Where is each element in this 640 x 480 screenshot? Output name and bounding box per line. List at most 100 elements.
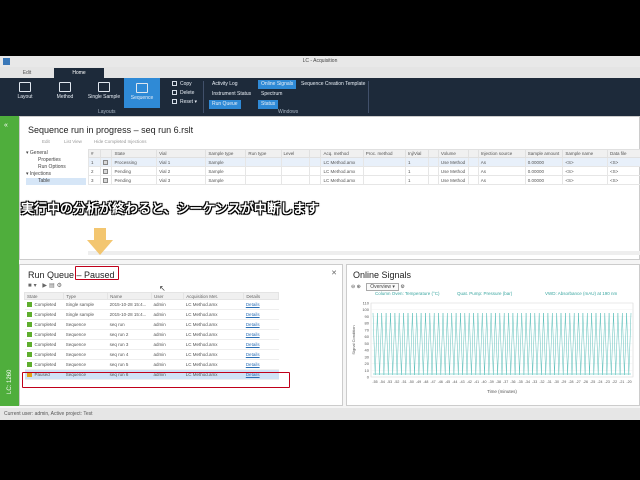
tree-item[interactable]: Run Options xyxy=(26,164,86,171)
view-mode-select[interactable]: Overview ▾ xyxy=(366,283,399,291)
delete-button[interactable]: Delete xyxy=(172,89,194,98)
spectrum-button[interactable]: Spectrum xyxy=(258,90,285,99)
run-queue-row[interactable]: Completed Sequence seq run admin LC Method.a… xyxy=(24,319,279,330)
hide-completed-toggle[interactable]: Hide Completed Injections xyxy=(94,139,147,144)
play-icon[interactable]: ▶ xyxy=(42,283,49,289)
instrument-status-button[interactable]: Instrument Status xyxy=(209,90,254,99)
table-cell: <S> xyxy=(562,166,608,176)
x-tick-label: -21 xyxy=(619,380,624,384)
column-header[interactable]: User xyxy=(150,292,185,300)
sequence-row[interactable]: 3 Pending Vial 3 Sample LC Method.amx 1 Use Me… xyxy=(88,175,640,185)
details-link[interactable]: Details xyxy=(243,299,279,310)
tree-item[interactable]: ▾ General xyxy=(26,150,86,157)
signal-plot[interactable]: 1101009080706050403020100-55 -54 -53 -52 -51… xyxy=(347,297,640,407)
run-queue-row[interactable]: Completed Single sample 2015-10-28 15:4...… xyxy=(24,299,279,310)
table-cell xyxy=(428,175,439,185)
column-header[interactable]: Sample amount xyxy=(524,149,564,158)
column-header[interactable] xyxy=(468,149,479,158)
column-header[interactable]: Proc. method xyxy=(362,149,406,158)
column-header[interactable]: Acq. method xyxy=(320,149,364,158)
details-link[interactable]: Details xyxy=(243,309,279,320)
table-cell: As xyxy=(477,175,526,185)
details-link[interactable]: Details xyxy=(243,339,279,350)
run-queue-row[interactable]: Completed Sequence seq run 4 admin LC Method… xyxy=(24,349,279,360)
column-header[interactable]: Vial xyxy=(156,149,207,158)
column-header[interactable]: Run type xyxy=(245,149,282,158)
run-queue-row[interactable]: Completed Sequence seq run 3 admin LC Method… xyxy=(24,339,279,350)
tree-item[interactable]: Table xyxy=(26,178,86,185)
column-header[interactable]: State xyxy=(111,149,158,158)
checkbox[interactable] xyxy=(102,159,108,165)
column-header[interactable]: Level xyxy=(280,149,310,158)
column-header[interactable] xyxy=(308,149,322,158)
zoom-out-icon[interactable]: ⊖ xyxy=(351,284,355,290)
checkbox[interactable] xyxy=(102,177,108,183)
activity-log-button[interactable]: Activity Log xyxy=(209,80,241,89)
instrument-rail[interactable]: « LC: 1260 xyxy=(0,116,19,406)
mouse-cursor: ↖ xyxy=(159,284,166,293)
signal-settings-icon[interactable]: ⚙ xyxy=(400,284,404,290)
y-tick-label: 110 xyxy=(363,301,370,306)
zoom-in-icon[interactable]: ⊕ xyxy=(357,284,361,290)
run-queue-row[interactable]: Completed Sequence seq run 2 admin LC Method… xyxy=(24,329,279,340)
sequence-creation-template-button[interactable]: Sequence Creation Template xyxy=(298,80,368,89)
run-queue-button[interactable]: Run Queue xyxy=(209,100,241,109)
checkbox[interactable] xyxy=(102,168,108,174)
name-cell: seq run 5 xyxy=(107,359,152,370)
column-header[interactable]: Injection source xyxy=(477,149,526,158)
sequence-row[interactable]: 1 Processing Vial 1 Sample LC Method.amx 1 Use… xyxy=(88,157,640,167)
sequence-button[interactable]: Sequence xyxy=(124,78,160,108)
dropdown-icon[interactable]: ▾ xyxy=(34,283,39,289)
user-cell: admin xyxy=(151,299,184,310)
sequence-row[interactable]: 2 Pending Vial 2 Sample LC Method.amx 1 Use Me… xyxy=(88,166,640,176)
method-button[interactable]: Method xyxy=(50,80,80,106)
layout-button[interactable]: Layout xyxy=(10,80,40,106)
column-header[interactable]: State xyxy=(23,292,65,300)
column-header[interactable]: Details xyxy=(243,292,279,300)
column-header[interactable] xyxy=(99,149,113,158)
reset-button[interactable]: Reset ▾ xyxy=(172,98,197,107)
edit-button[interactable]: Edit xyxy=(42,139,50,144)
online-signals-button[interactable]: Online Signals xyxy=(258,80,297,89)
channel-label: VWD: Absorbance (mAU) at 190 nm xyxy=(545,291,618,296)
y-tick-label: 100 xyxy=(362,307,369,312)
tree-item[interactable]: Properties xyxy=(26,157,86,164)
instrument-label: LC: 1260 xyxy=(7,369,13,394)
run-queue-row[interactable]: Completed Single sample 2015-10-28 15:4...… xyxy=(24,309,279,320)
column-header[interactable]: # xyxy=(88,149,101,158)
run-queue-panel: Run Queue – Paused ✕ ■▾ ▶▤⚙ State Type Nam… xyxy=(19,264,343,406)
details-link[interactable]: Details xyxy=(243,359,279,370)
column-header[interactable]: Sample name xyxy=(562,149,608,158)
column-header[interactable]: Type xyxy=(63,292,109,300)
layout-button-label: Layout xyxy=(17,94,33,100)
state-cell: Completed xyxy=(24,319,64,330)
copy-button[interactable]: Copy xyxy=(172,80,192,89)
tab-edit[interactable]: Edit xyxy=(6,68,48,78)
tree-item[interactable]: ▾ Injections xyxy=(26,171,86,178)
application-window: LC - Acquisition Edit Home Layout Method… xyxy=(0,56,640,420)
column-header[interactable]: Inj/Vial xyxy=(404,149,430,158)
column-header[interactable]: Volume xyxy=(437,149,470,158)
column-header[interactable]: Data file xyxy=(606,149,640,158)
column-header[interactable]: Name xyxy=(107,292,152,300)
column-header[interactable] xyxy=(428,149,439,158)
x-tick-label: -46 xyxy=(438,380,443,384)
details-link[interactable]: Details xyxy=(243,319,279,330)
settings-icon[interactable]: ⚙ xyxy=(57,283,64,289)
tab-home[interactable]: Home xyxy=(54,68,104,78)
details-link[interactable]: Details xyxy=(243,329,279,340)
x-tick-label: -55 xyxy=(372,380,377,384)
x-tick-label: -33 xyxy=(532,380,537,384)
single-sample-button[interactable]: Single Sample xyxy=(84,80,124,106)
run-queue-row[interactable]: Completed Sequence seq run 5 admin LC Method… xyxy=(24,359,279,370)
table-cell xyxy=(428,157,439,167)
close-icon[interactable]: ✕ xyxy=(331,269,337,277)
queue-icon[interactable]: ▤ xyxy=(49,283,57,289)
status-button[interactable]: Status xyxy=(258,100,279,109)
horizontal-scrollbar[interactable] xyxy=(88,251,640,255)
column-header[interactable]: Sample type xyxy=(205,149,247,158)
column-header[interactable]: Acquisition Met. xyxy=(183,292,245,300)
collapse-icon[interactable]: « xyxy=(4,122,8,129)
details-link[interactable]: Details xyxy=(243,349,279,360)
list-view-button[interactable]: List View xyxy=(64,139,82,144)
